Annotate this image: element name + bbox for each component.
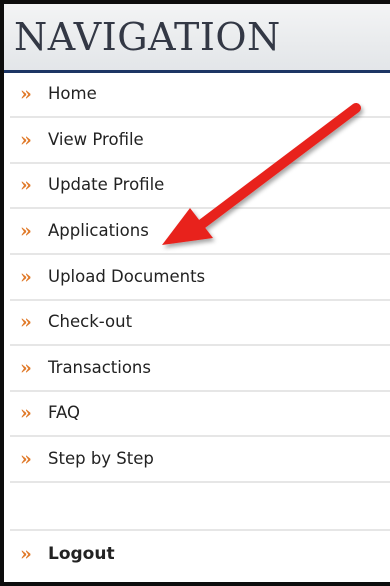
menu-item-label: Home — [48, 84, 97, 103]
menu-item-update-profile[interactable]: » Update Profile — [10, 164, 390, 209]
chevron-right-icon: » — [20, 174, 32, 196]
navigation-header: NAVIGATION — [4, 4, 390, 73]
menu-item-label: FAQ — [48, 403, 80, 422]
menu-item-upload-documents[interactable]: » Upload Documents — [10, 256, 390, 301]
menu-item-view-profile[interactable]: » View Profile — [10, 119, 390, 164]
chevron-right-icon: » — [20, 402, 32, 424]
chevron-right-icon: » — [20, 83, 32, 105]
menu-divider — [10, 529, 390, 531]
menu-item-home[interactable]: » Home — [10, 73, 390, 118]
menu-item-check-out[interactable]: » Check-out — [10, 301, 390, 346]
navigation-panel: NAVIGATION » Home » View Profile » Updat… — [0, 0, 390, 586]
menu-item-label: Check-out — [48, 312, 133, 331]
menu-item-label: View Profile — [48, 130, 144, 149]
chevron-right-icon: » — [20, 357, 32, 379]
chevron-right-icon: » — [20, 448, 32, 470]
chevron-right-icon: » — [20, 266, 32, 288]
menu-item-label: Upload Documents — [48, 267, 206, 286]
chevron-right-icon: » — [20, 543, 32, 565]
menu-item-label: Logout — [48, 544, 115, 564]
chevron-right-icon: » — [20, 220, 32, 242]
menu-item-step-by-step[interactable]: » Step by Step — [10, 438, 390, 483]
menu-item-faq[interactable]: » FAQ — [10, 392, 390, 437]
menu-item-logout[interactable]: » Logout — [10, 533, 390, 578]
navigation-title: NAVIGATION — [14, 15, 281, 59]
menu-item-label: Step by Step — [48, 449, 154, 468]
menu-item-label: Applications — [48, 221, 149, 240]
chevron-right-icon: » — [20, 129, 32, 151]
menu-item-label: Transactions — [48, 358, 151, 377]
chevron-right-icon: » — [20, 311, 32, 333]
menu-item-transactions[interactable]: » Transactions — [10, 347, 390, 392]
menu-item-label: Update Profile — [48, 175, 165, 194]
menu-item-applications[interactable]: » Applications — [10, 210, 390, 255]
